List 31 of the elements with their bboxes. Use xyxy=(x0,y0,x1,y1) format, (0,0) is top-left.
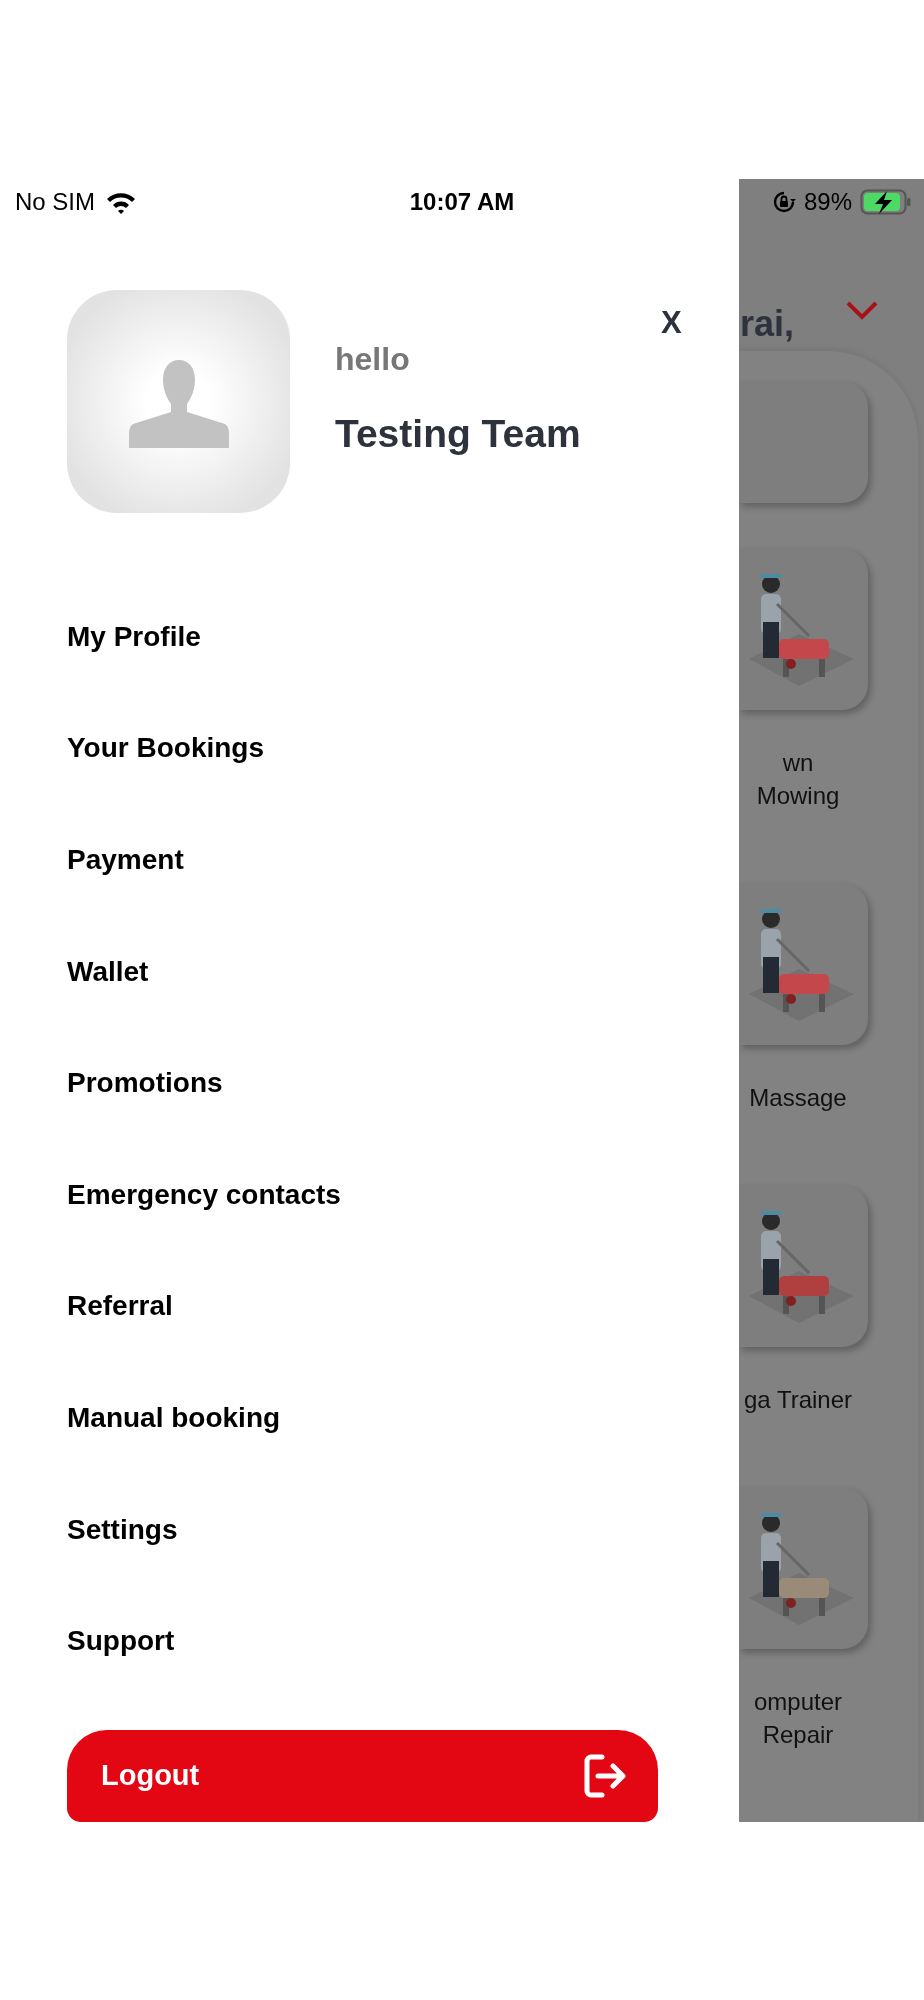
service-card[interactable] xyxy=(739,548,868,710)
battery-charging-icon xyxy=(860,189,912,215)
menu-item[interactable]: Payment xyxy=(67,844,184,876)
close-button[interactable]: X xyxy=(657,305,686,341)
service-label: ga Trainer xyxy=(742,1385,854,1415)
logout-icon xyxy=(582,1752,628,1799)
service-card[interactable] xyxy=(739,1185,868,1347)
location-heading: rai, xyxy=(740,303,795,345)
user-name: Testing Team xyxy=(335,411,581,457)
carrier: No SIM xyxy=(15,188,95,216)
service-card[interactable] xyxy=(739,883,868,1045)
wifi-icon xyxy=(105,190,137,214)
service-label: omputer Repair xyxy=(752,1687,843,1750)
service-label: Massage xyxy=(748,1083,848,1113)
clock: 10:07 AM xyxy=(409,188,515,216)
menu-item[interactable]: Promotions xyxy=(67,1067,223,1100)
logout-button[interactable]: Logout xyxy=(67,1729,658,1822)
service-label: wn Mowing xyxy=(755,748,841,811)
battery-percent: 89% xyxy=(803,188,852,216)
menu-item[interactable]: Your Bookings xyxy=(67,732,265,765)
menu-item[interactable]: Referral xyxy=(67,1290,173,1323)
service-card[interactable] xyxy=(739,1487,868,1649)
orientation-lock-icon xyxy=(771,190,796,214)
menu-item[interactable]: Manual booking xyxy=(67,1401,281,1434)
menu-item[interactable]: Wallet xyxy=(67,955,149,988)
menu-item[interactable]: Emergency contacts xyxy=(67,1178,341,1211)
greeting: hello xyxy=(335,341,411,377)
menu-item[interactable]: Settings xyxy=(67,1513,178,1546)
menu-item[interactable]: My Profile xyxy=(67,620,201,653)
menu-item[interactable]: Support xyxy=(67,1625,175,1658)
person-silhouette-icon xyxy=(128,359,229,448)
